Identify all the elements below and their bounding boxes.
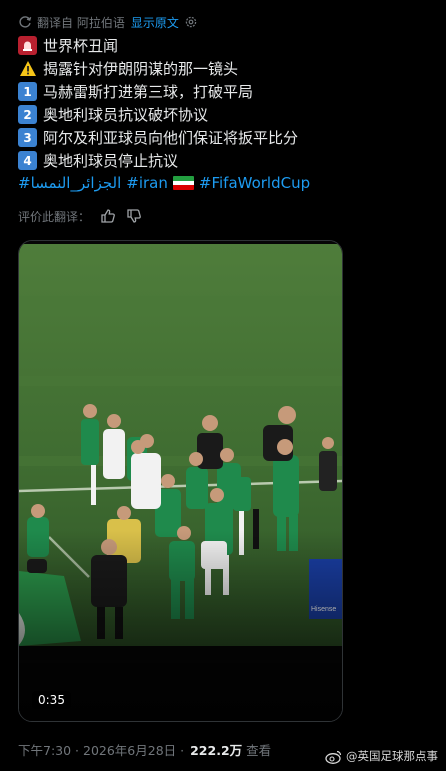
hashtag-row: #الجزائر_النمسا #iran #FifaWorldCup [18,172,315,194]
keycap-4-icon: 4 [18,151,37,170]
tweet-line-text: 揭露针对伊朗阴谋的那一镜头 [43,60,239,78]
tweet-line-text: 奥地利球员抗议破坏协议 [43,106,209,124]
view-count-label: 查看 [246,742,272,758]
tweet-line-text: 奥地利球员停止抗议 [43,152,179,170]
video-player[interactable]: Hisense [18,240,343,722]
tweet-line: 1 马赫雷斯打进第三球，打破平局 [18,80,428,103]
tweet-line: 4 奥地利球员停止抗议 [18,149,428,172]
translate-icon [19,16,32,28]
video-duration: 0:35 [32,691,71,709]
tweet-meta: 下午7:30 · 2026年6月28日 · 222.2万 查看 [18,739,271,759]
tweet-line-text: 马赫雷斯打进第三球，打破平局 [43,83,254,101]
keycap-2-icon: 2 [18,105,37,124]
tweet-line: 2 奥地利球员抗议破坏协议 [18,103,428,126]
video-frame: Hisense [19,241,342,721]
keycap-1-icon: 1 [18,82,37,101]
keycap-3-icon: 3 [18,128,37,147]
tweet-text: 世界杯丑闻 揭露针对伊朗阴谋的那一镜头 1 马赫雷斯打进第三球，打破平局 2 奥… [18,34,428,172]
watermark: @英国足球那点事 [325,748,438,764]
thumbs-down-icon[interactable] [126,208,142,224]
rate-translation-label: 评价此翻译： [18,209,91,224]
warning-icon [18,59,37,78]
siren-icon [18,36,37,55]
translated-from-label: 翻译自 阿拉伯语 [37,15,125,30]
tweet-line: 揭露针对伊朗阴谋的那一镜头 [18,57,428,80]
iran-flag-icon [172,176,194,190]
tweet-line: 3 阿尔及利亚球员向他们保证将扳平比分 [18,126,428,149]
hashtag-link[interactable]: #iran [126,174,168,192]
tweet-line: 世界杯丑闻 [18,34,428,57]
show-original-link[interactable]: 显示原文 [131,14,179,31]
thumbs-up-icon[interactable] [100,208,116,224]
translation-bar: 翻译自 阿拉伯语 显示原文 [18,12,198,32]
hashtag-link[interactable]: #الجزائر_النمسا [18,174,121,192]
gear-icon[interactable] [184,15,198,29]
view-count: 222.2万 [190,742,243,758]
watermark-text: @英国足球那点事 [346,749,438,763]
tweet-timestamp[interactable]: 下午7:30 · 2026年6月28日 · [18,740,184,759]
rate-translation: 评价此翻译： [18,206,142,226]
weibo-icon [325,750,342,764]
hashtag-link[interactable]: #FifaWorldCup [199,174,310,192]
tweet-line-text: 阿尔及利亚球员向他们保证将扳平比分 [43,129,299,147]
tweet-line-text: 世界杯丑闻 [43,37,119,55]
